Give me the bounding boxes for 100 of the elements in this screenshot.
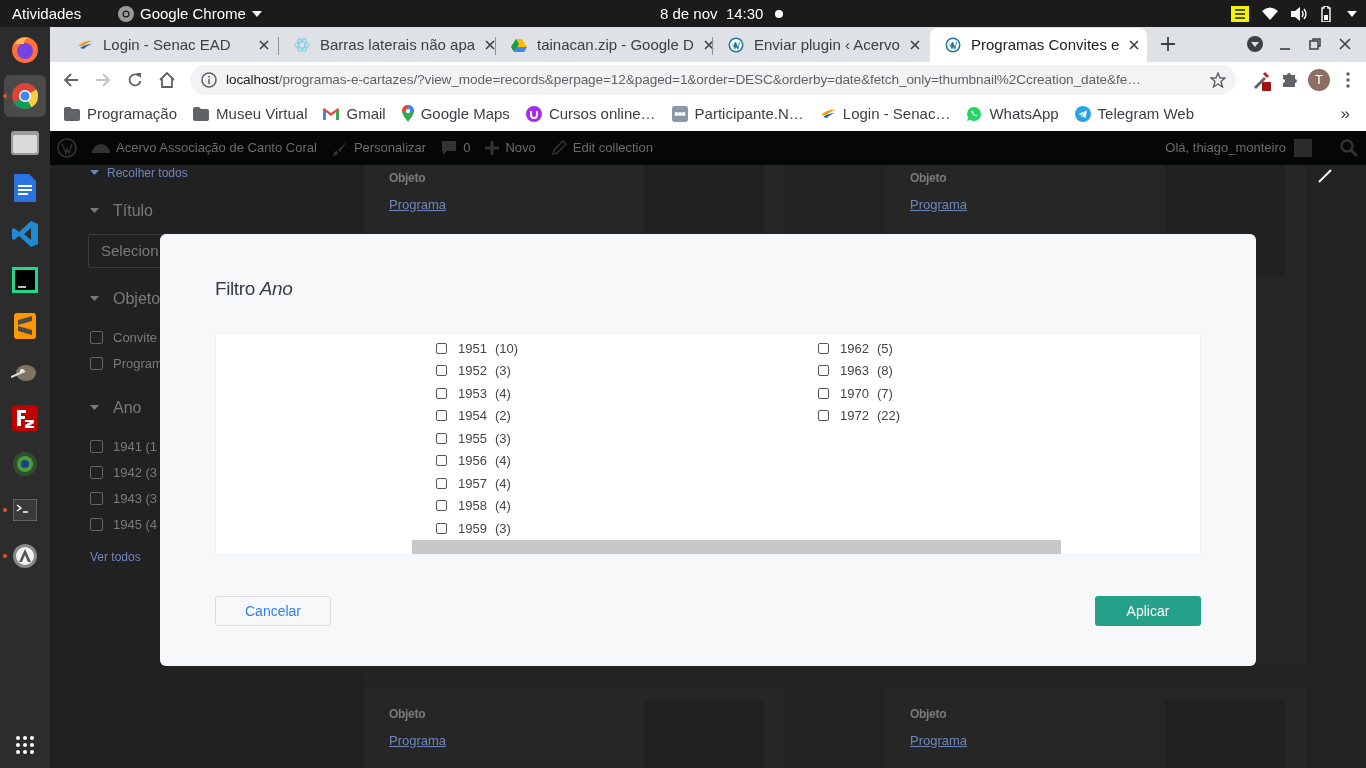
browser-tab[interactable]: Barras laterais não apa: [279, 27, 496, 62]
globe-icon: [12, 451, 38, 477]
folder-icon: [11, 129, 39, 155]
checkbox[interactable]: [818, 387, 829, 399]
caret-icon[interactable]: [1347, 10, 1357, 17]
checkbox[interactable]: [436, 522, 447, 534]
checkbox[interactable]: [436, 342, 447, 354]
volume-icon[interactable]: [1291, 6, 1307, 21]
scrollbar-thumb[interactable]: [412, 539, 1061, 554]
bookmark-link[interactable]: Telegram Web: [1097, 105, 1195, 123]
wordpress-icon: [728, 36, 744, 53]
chrome-icon: [118, 5, 134, 22]
bookmark-link[interactable]: Google Maps: [420, 105, 510, 123]
checkbox[interactable]: [436, 432, 447, 444]
year-label: 1956: [458, 453, 487, 469]
battery-icon[interactable]: [1320, 5, 1334, 22]
bookmark-link[interactable]: Cursos online…: [548, 105, 656, 123]
bookmark-link[interactable]: WhatsApp: [989, 105, 1059, 123]
browser-tab[interactable]: Programas Convites e: [930, 27, 1147, 62]
star-icon[interactable]: [1210, 71, 1226, 88]
checkbox[interactable]: [818, 365, 829, 377]
field-label: Objeto: [389, 170, 427, 185]
checkbox[interactable]: [436, 410, 447, 422]
collapse-all-link[interactable]: Recolher todos: [107, 165, 188, 180]
more-bookmarks-button[interactable]: »: [1340, 103, 1366, 124]
count-label: (8): [876, 363, 893, 379]
close-icon[interactable]: [910, 39, 920, 50]
checkbox[interactable]: [90, 518, 103, 532]
option-label: 1943 (3: [113, 491, 158, 507]
close-icon[interactable]: [1129, 39, 1140, 50]
year-label: 1963: [840, 363, 869, 379]
checkbox[interactable]: [90, 492, 103, 506]
atom-icon: [294, 36, 310, 53]
count-label: (10): [494, 340, 519, 356]
new-link[interactable]: Novo: [505, 140, 536, 156]
notes-icon[interactable]: [1231, 5, 1249, 22]
wifi-icon[interactable]: [1262, 7, 1278, 20]
option-label: Convite: [113, 330, 158, 346]
bookmark-link[interactable]: Gmail: [346, 105, 386, 123]
new-tab-icon[interactable]: [1161, 37, 1175, 52]
terminal-icon: [13, 499, 37, 521]
field-value-link[interactable]: Programa: [389, 196, 447, 212]
home-icon[interactable]: [159, 71, 175, 88]
checkbox[interactable]: [436, 365, 447, 377]
close-icon[interactable]: [259, 39, 269, 50]
checkbox[interactable]: [90, 466, 103, 480]
dialog-title: Filtro Ano: [215, 278, 294, 301]
filter-title: Objeto: [113, 289, 161, 308]
see-all-link[interactable]: Ver todos: [90, 549, 141, 564]
checkbox[interactable]: [818, 342, 829, 354]
checkbox[interactable]: [90, 440, 103, 454]
edit-link[interactable]: Edit collection: [572, 140, 653, 156]
site-name-link[interactable]: Acervo Associação de Canto Coral: [116, 140, 317, 156]
profile-menu-icon[interactable]: [1247, 36, 1263, 53]
checkbox[interactable]: [436, 500, 447, 512]
field-value-link[interactable]: Programa: [910, 196, 968, 212]
bookmark-link[interactable]: Programação: [87, 105, 178, 123]
sublime-icon: [14, 313, 36, 339]
field-value-link[interactable]: Programa: [910, 732, 968, 748]
filter-title: Ano: [113, 398, 142, 417]
comment-icon: [441, 139, 458, 156]
activities-button[interactable]: Atividades: [0, 5, 106, 22]
cancel-button[interactable]: Cancelar: [215, 596, 331, 626]
field-value-link[interactable]: Programa: [389, 732, 447, 748]
year-label: 1958: [458, 498, 487, 514]
browser-tab[interactable]: tainacan.zip - Google D: [496, 27, 713, 62]
checkbox[interactable]: [436, 455, 447, 467]
info-icon[interactable]: [201, 71, 217, 88]
checkbox[interactable]: [90, 331, 103, 345]
bookmark-link[interactable]: Participante.N…: [694, 105, 804, 123]
checkbox[interactable]: [436, 387, 447, 399]
bookmark-link[interactable]: Login - Senac…: [842, 105, 951, 123]
back-icon[interactable]: [63, 71, 79, 88]
browser-tab[interactable]: Login - Senac EAD: [62, 27, 279, 62]
reload-icon[interactable]: [127, 71, 143, 88]
close-icon[interactable]: [703, 39, 714, 50]
field-label: Objeto: [389, 706, 427, 721]
option-label: 1941 (1: [113, 439, 158, 455]
year-label: 1952: [458, 363, 487, 379]
updater-icon: [12, 543, 38, 569]
dock-item[interactable]: [4, 75, 46, 117]
customize-link[interactable]: Personalizar: [353, 140, 427, 156]
checkbox[interactable]: [90, 357, 103, 371]
dot-icon: [775, 9, 784, 18]
year-label: 1970: [840, 385, 869, 401]
profile-avatar[interactable]: T: [1308, 68, 1330, 91]
browser-tab[interactable]: Enviar plugin ‹ Acervo: [713, 27, 930, 62]
checkbox[interactable]: [818, 410, 829, 422]
count-label: (2): [494, 408, 511, 424]
caret-icon: [251, 10, 262, 17]
app-menu[interactable]: Google Chrome: [140, 5, 246, 22]
comment-count[interactable]: 0: [463, 140, 471, 156]
maximize-icon[interactable]: [1307, 36, 1323, 53]
checkbox[interactable]: [436, 477, 447, 489]
greeting-link[interactable]: Olá, thiago_monteiro: [1165, 140, 1286, 156]
bookmark-link[interactable]: Museu Virtual: [216, 105, 308, 123]
code-editor-icon: [12, 221, 38, 247]
close-icon[interactable]: [485, 39, 496, 50]
count-label: (3): [494, 430, 511, 446]
filezilla-icon: [12, 405, 38, 431]
